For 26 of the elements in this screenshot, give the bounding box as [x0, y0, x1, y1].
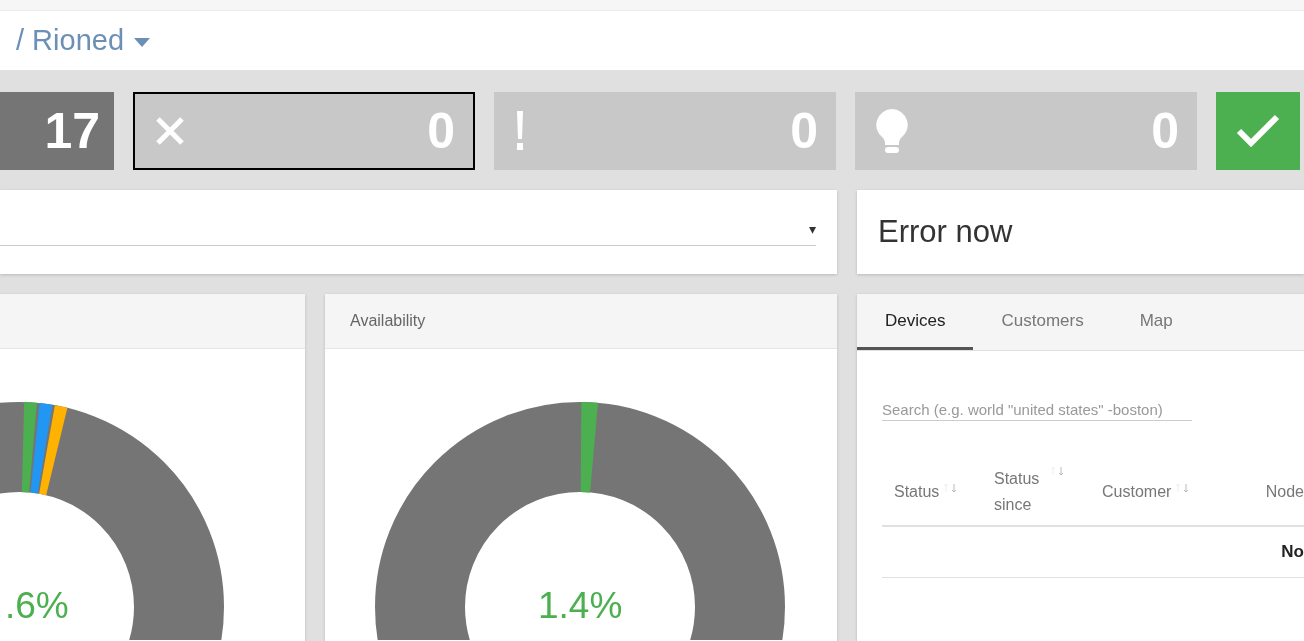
table-cell: No [1281, 542, 1304, 562]
filter-dropdown[interactable]: ▾ [0, 212, 816, 246]
ok-status-tile[interactable] [1216, 92, 1300, 170]
breadcrumb-link[interactable]: / Rioned [16, 23, 124, 57]
tab[interactable]: Devices [857, 294, 974, 350]
tab[interactable]: Customers [973, 294, 1112, 350]
card-title: Error now [878, 214, 1013, 250]
exclamation-icon [514, 111, 526, 151]
column-header[interactable]: Customer [1102, 483, 1172, 501]
percentage-label: 1.4% [538, 585, 623, 627]
panel-title: Availability [350, 312, 426, 330]
checkmark-icon [1236, 114, 1280, 148]
column-header[interactable]: Status since [994, 466, 1046, 518]
total-status-tile[interactable]: 17 [0, 92, 114, 170]
column-header[interactable]: Node [1265, 483, 1304, 501]
percentage-label: .6% [5, 585, 69, 627]
sort-arrows-icon[interactable] [943, 483, 958, 493]
caret-icon[interactable] [134, 37, 150, 47]
status-count: 17 [44, 102, 100, 160]
sort-arrows-icon[interactable] [1175, 483, 1190, 493]
light-bulb-icon [875, 108, 909, 154]
tab[interactable]: Map [1111, 294, 1201, 350]
column-header[interactable]: Status [894, 483, 940, 501]
close-icon [155, 116, 185, 146]
search-field[interactable]: Search (e.g. world "united states" -boston) [882, 399, 1192, 421]
sort-arrows-icon[interactable] [1050, 466, 1064, 476]
